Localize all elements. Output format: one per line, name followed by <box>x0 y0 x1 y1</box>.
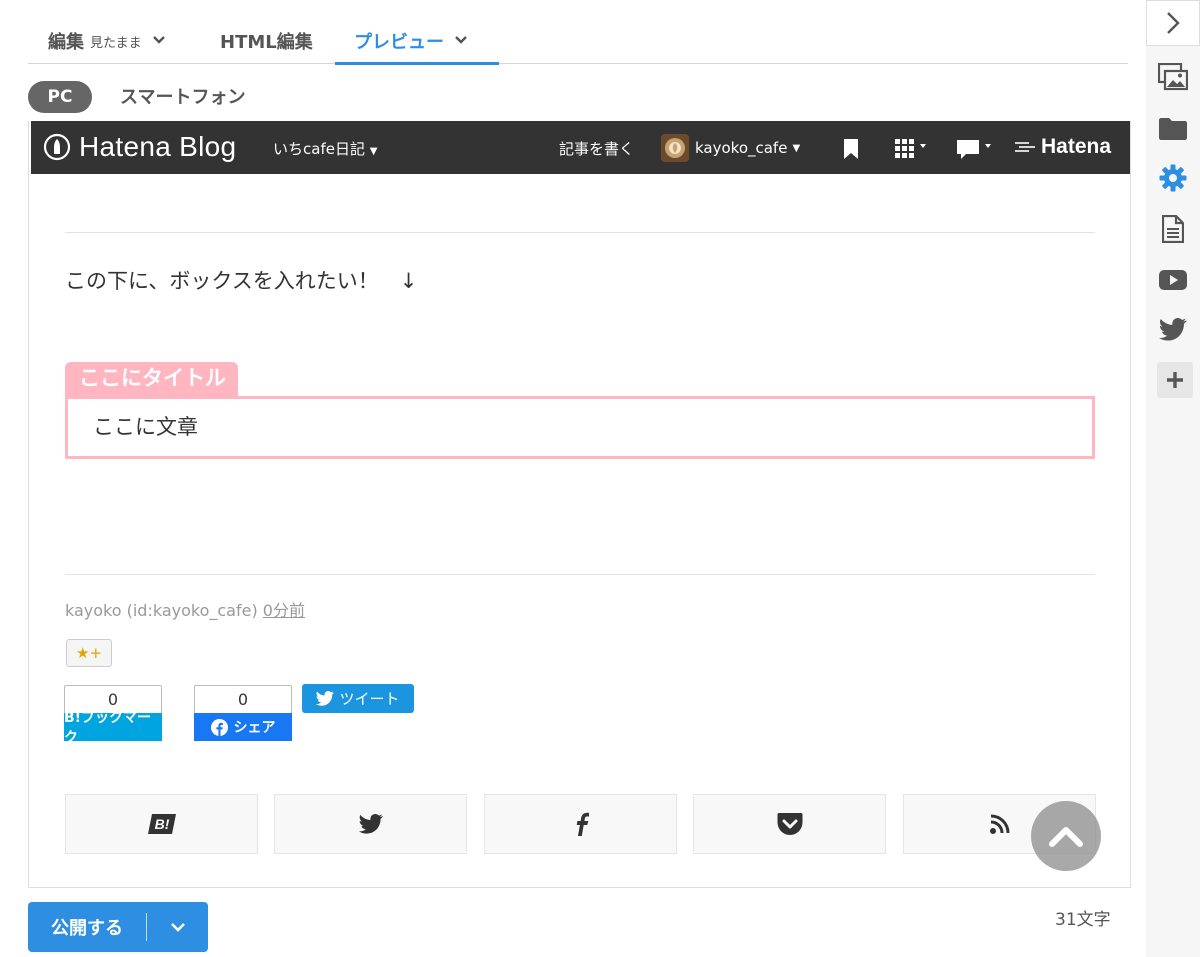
write-article-link[interactable]: 記事を書く <box>559 138 634 159</box>
chevron-down-icon <box>454 34 468 48</box>
byline-time-link[interactable]: 0分前 <box>263 601 305 620</box>
tab-html-edit[interactable]: HTML編集 <box>220 18 313 64</box>
hatena-bookmark-icon: B! <box>147 814 176 834</box>
facebook-count: 0 <box>194 685 292 713</box>
blog-name: いちcafe日記 <box>273 140 365 158</box>
article-text: この下に、ボックスを入れたい！ ↓ <box>65 269 418 293</box>
blog-name-menu[interactable]: いちcafe日記 ▼ <box>273 138 377 159</box>
hatena-bookmark-share-button[interactable]: 0 B!ブックマーク <box>64 685 162 746</box>
box-title-label: ここにタイトル <box>65 362 238 398</box>
plus-icon <box>1167 372 1183 388</box>
sidebar-youtube-icon[interactable] <box>1158 265 1188 295</box>
tab-preview-label: プレビュー <box>354 32 444 53</box>
publish-options-toggle[interactable] <box>147 922 208 932</box>
comment-icon[interactable] <box>956 139 994 165</box>
preview-frame: Hatena Blog いちcafe日記 ▼ 記事を書く kayoko_cafe… <box>28 121 1131 888</box>
svg-text:B!: B! <box>154 816 169 832</box>
hatena-brand-link[interactable]: Hatena <box>1013 135 1111 159</box>
editor-sidebar <box>1146 0 1200 957</box>
add-star-label: + <box>89 644 103 662</box>
sidebar-document-icon[interactable] <box>1158 214 1188 244</box>
sidebar-photo-icon[interactable] <box>1158 62 1188 92</box>
article-byline: kayoko (id:kayoko_cafe) 0分前 <box>65 597 305 621</box>
hatena-brand-icon <box>1015 142 1035 152</box>
editor-mode-tabs: 編集 見たまま HTML編集 プレビュー <box>28 18 1128 65</box>
twitter-icon <box>358 814 383 834</box>
share-tile-twitter[interactable] <box>274 794 467 854</box>
divider <box>65 574 1095 575</box>
tab-edit-label: 編集 <box>48 32 84 53</box>
byline-author: kayoko (id:kayoko_cafe) <box>65 601 258 620</box>
hatena-blog-logo-text: Hatena Blog <box>79 131 237 162</box>
bookmark-label: B!ブックマーク <box>64 710 162 746</box>
facebook-icon <box>210 718 228 736</box>
rss-icon <box>989 814 1009 834</box>
sidebar-add-button[interactable] <box>1157 362 1193 398</box>
hatena-global-header: Hatena Blog いちcafe日記 ▼ 記事を書く kayoko_cafe… <box>31 121 1130 174</box>
publish-label: 公開する <box>51 918 123 939</box>
apps-grid-icon[interactable] <box>895 139 929 163</box>
facebook-label: シェア <box>233 720 276 736</box>
tab-edit[interactable]: 編集 見たまま <box>48 18 166 64</box>
hatena-brand-text: Hatena <box>1041 135 1112 158</box>
publish-button[interactable]: 公開する <box>28 902 208 952</box>
device-pc-button[interactable]: PC <box>28 81 92 113</box>
share-tile-facebook[interactable] <box>484 794 677 854</box>
sidebar-folder-icon[interactable] <box>1158 114 1188 144</box>
hatena-blog-logo-icon <box>43 133 71 161</box>
facebook-label-row: シェア <box>194 713 292 741</box>
hatena-blog-logo[interactable]: Hatena Blog <box>43 131 236 163</box>
facebook-icon <box>576 812 589 836</box>
user-menu[interactable]: kayoko_cafe ▼ <box>661 134 800 162</box>
caret-down-icon: ▼ <box>369 146 378 157</box>
tab-html-label: HTML編集 <box>220 32 313 53</box>
share-tile-pocket[interactable] <box>693 794 886 854</box>
facebook-share-button[interactable]: 0 シェア <box>194 685 292 741</box>
tab-preview[interactable]: プレビュー <box>335 18 499 65</box>
tweet-label: ツイート <box>339 690 400 708</box>
box-content: ここに文章 <box>65 396 1095 459</box>
divider <box>65 232 1095 233</box>
caret-down-icon: ▼ <box>792 142 801 154</box>
tweet-button[interactable]: ツイート <box>302 684 414 713</box>
chevron-up-icon <box>1049 827 1083 847</box>
add-star-button[interactable]: ★ + <box>66 639 112 667</box>
chevron-down-icon <box>152 34 166 48</box>
pocket-icon <box>777 813 802 835</box>
character-count: 31文字 <box>1055 910 1111 930</box>
username: kayoko_cafe <box>695 139 788 157</box>
chevron-right-icon <box>1167 12 1180 34</box>
bookmark-icon[interactable] <box>843 138 859 164</box>
sidebar-gear-icon[interactable] <box>1158 163 1188 193</box>
scroll-to-top-button[interactable] <box>1031 801 1101 871</box>
share-tile-hatena-bookmark[interactable]: B! <box>65 794 258 854</box>
twitter-icon <box>316 691 335 706</box>
sidebar-toggle-button[interactable] <box>1146 0 1200 46</box>
chevron-down-icon <box>170 923 185 932</box>
avatar <box>661 134 689 162</box>
device-smartphone-button[interactable]: スマートフォン <box>120 83 245 109</box>
star-icon: ★ <box>75 644 90 662</box>
tab-edit-mode: 見たまま <box>90 35 142 51</box>
sidebar-twitter-icon[interactable] <box>1158 314 1188 344</box>
